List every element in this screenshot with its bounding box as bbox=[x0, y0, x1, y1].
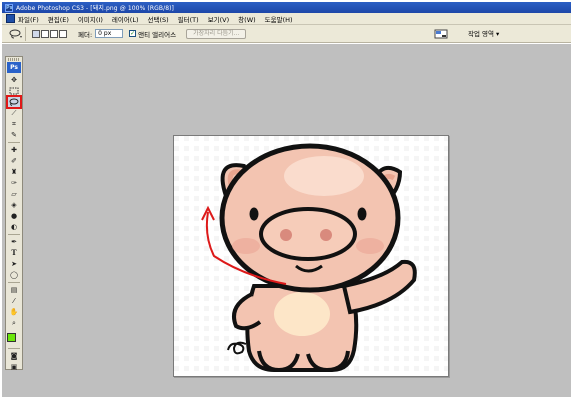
palette-well-icon[interactable] bbox=[434, 29, 448, 39]
menu-select[interactable]: 선택(S) bbox=[148, 14, 169, 24]
workspace-menu-button[interactable]: 작업 영역 ▾ bbox=[464, 28, 503, 40]
eyedropper-tool-icon[interactable]: ⁄ bbox=[8, 296, 20, 306]
menu-file[interactable]: 파일(F) bbox=[18, 14, 39, 24]
marquee-tool-icon[interactable] bbox=[8, 86, 20, 96]
antialias-checkbox[interactable]: ✓ bbox=[129, 30, 137, 37]
history-brush-tool-icon[interactable]: ✑ bbox=[8, 178, 20, 188]
photoshop-app-icon: Ps bbox=[5, 3, 13, 12]
pen-tool-icon[interactable]: ✒ bbox=[8, 237, 20, 247]
path-selection-tool-icon[interactable]: ➤ bbox=[8, 259, 20, 269]
photoshop-logo[interactable]: Ps bbox=[7, 62, 21, 73]
crop-tool-icon[interactable]: ⌗ bbox=[8, 119, 20, 129]
menu-help[interactable]: 도움말(H) bbox=[265, 14, 293, 24]
menu-edit[interactable]: 편집(E) bbox=[48, 14, 69, 24]
brush-tool-icon[interactable]: ✐ bbox=[8, 156, 20, 166]
toolbox-divider bbox=[8, 348, 20, 349]
lasso-icon bbox=[9, 29, 22, 38]
quick-selection-tool-icon[interactable]: ⟋ bbox=[8, 108, 20, 118]
toolbox-divider bbox=[8, 282, 20, 283]
eraser-tool-icon[interactable]: ▱ bbox=[8, 189, 20, 199]
zoom-tool-icon[interactable]: ⌕ bbox=[8, 318, 20, 328]
document-canvas[interactable] bbox=[173, 135, 449, 377]
toolbox-divider bbox=[8, 142, 20, 143]
quick-mask-icon[interactable]: ◙ bbox=[8, 351, 20, 361]
foreground-color-swatch[interactable] bbox=[7, 333, 16, 342]
color-swatches[interactable] bbox=[7, 330, 21, 346]
screen-mode-icon[interactable]: ▣ bbox=[8, 362, 20, 372]
type-tool-icon[interactable]: T bbox=[8, 248, 20, 258]
toolbox-grip[interactable] bbox=[8, 58, 20, 61]
menu-filter[interactable]: 필터(T) bbox=[178, 14, 199, 24]
feather-label: 페더: bbox=[78, 30, 93, 39]
menu-bar: 파일(F) 편집(E) 이미지(I) 레이어(L) 선택(S) 필터(T) 보기… bbox=[2, 13, 571, 25]
intersect-selection-icon[interactable] bbox=[59, 29, 67, 38]
toolbox: Ps ✥ ⟋ ⌗ ✎ ✚ ✐ ♜ ✑ ▱ ◈ ● ◐ ✒ T ➤ ◯ ▤ ⁄ ✋… bbox=[5, 56, 23, 372]
subtract-from-selection-icon[interactable] bbox=[50, 29, 58, 38]
document-icon[interactable] bbox=[6, 14, 15, 23]
dodge-tool-icon[interactable]: ◐ bbox=[8, 222, 20, 232]
clone-stamp-tool-icon[interactable]: ♜ bbox=[8, 167, 20, 177]
hand-tool-icon[interactable]: ✋ bbox=[8, 307, 20, 317]
notes-tool-icon[interactable]: ▤ bbox=[8, 285, 20, 295]
menu-image[interactable]: 이미지(I) bbox=[78, 14, 103, 24]
window-title: Adobe Photoshop CS3 - [돼지.png @ 100% (RG… bbox=[16, 5, 174, 12]
move-tool-icon[interactable]: ✥ bbox=[8, 75, 20, 85]
slice-tool-icon[interactable]: ✎ bbox=[8, 130, 20, 140]
tool-preset-picker[interactable] bbox=[6, 26, 26, 41]
toolbox-divider bbox=[8, 234, 20, 235]
shape-tool-icon[interactable]: ◯ bbox=[8, 270, 20, 280]
add-to-selection-icon[interactable] bbox=[41, 29, 49, 38]
title-bar: Ps Adobe Photoshop CS3 - [돼지.png @ 100% … bbox=[2, 2, 571, 13]
healing-brush-tool-icon[interactable]: ✚ bbox=[8, 145, 20, 155]
options-bar: 페더: 0 px ✓ 앤티 앨리어스 가장자리 다듬기... 작업 영역 ▾ bbox=[2, 25, 571, 43]
lasso-tool-icon[interactable] bbox=[6, 95, 22, 109]
blur-tool-icon[interactable]: ● bbox=[8, 211, 20, 221]
paint-bucket-tool-icon[interactable]: ◈ bbox=[8, 200, 20, 210]
menu-layer[interactable]: 레이어(L) bbox=[112, 14, 139, 24]
feather-input[interactable]: 0 px bbox=[95, 29, 124, 38]
antialias-label: 앤티 앨리어스 bbox=[138, 30, 177, 39]
selection-mode-group bbox=[32, 29, 68, 38]
menu-window[interactable]: 창(W) bbox=[238, 14, 255, 24]
new-selection-icon[interactable] bbox=[32, 29, 40, 38]
refine-edge-button[interactable]: 가장자리 다듬기... bbox=[186, 28, 247, 39]
pig-illustration bbox=[174, 136, 448, 376]
menu-view[interactable]: 보기(V) bbox=[208, 14, 229, 24]
